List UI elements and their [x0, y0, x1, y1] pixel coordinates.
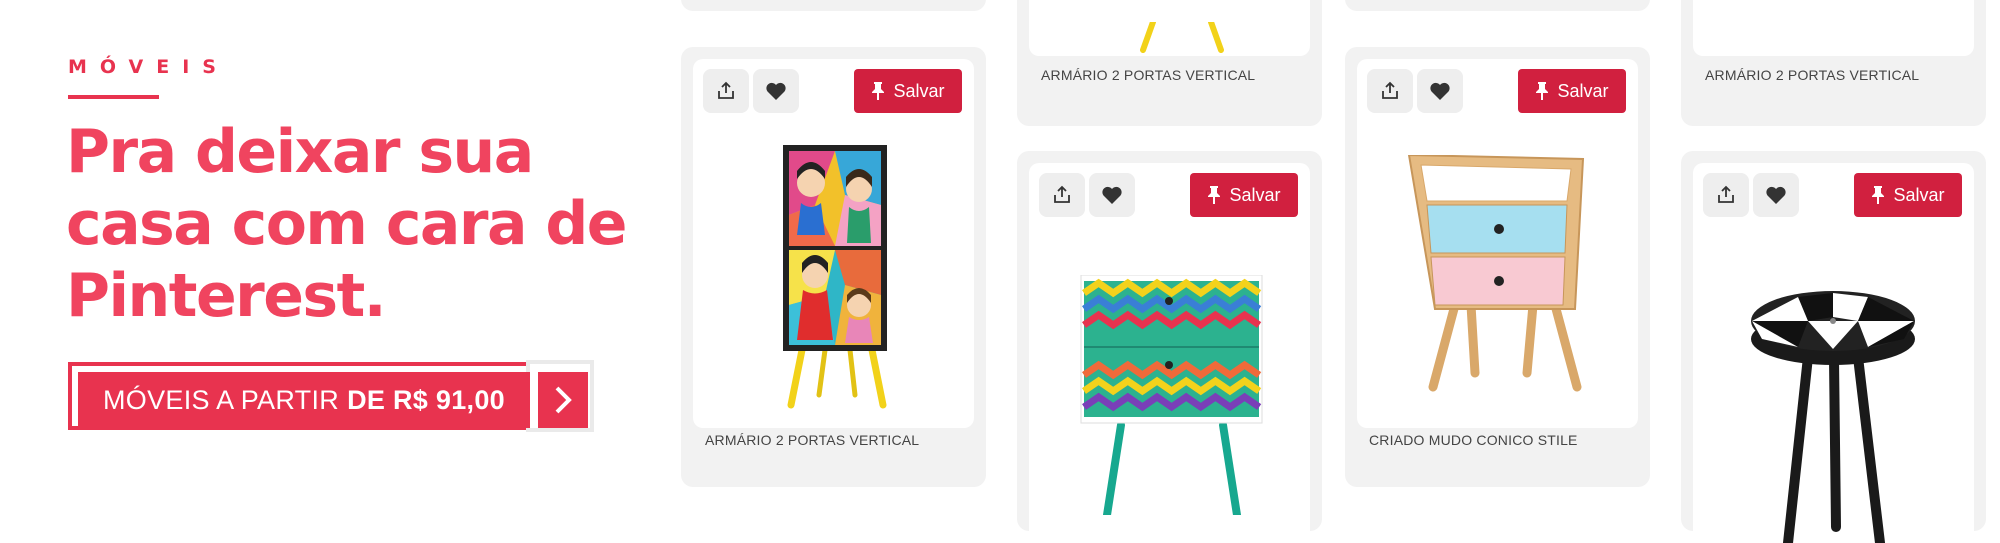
product-image-frame[interactable]: Salvar — [693, 59, 974, 428]
product-image-frame[interactable]: Salvar — [1029, 163, 1310, 543]
save-label: Salvar — [1229, 184, 1281, 205]
product-card[interactable]: Salvar ARMÁRIO 2 PORTAS VERTICAL — [681, 47, 986, 487]
cta-price: DE R$ 91,00 — [347, 384, 505, 415]
pin-icon — [1872, 186, 1885, 204]
share-icon[interactable] — [703, 69, 749, 113]
share-icon[interactable] — [1703, 173, 1749, 217]
heart-icon[interactable] — [1753, 173, 1799, 217]
heart-icon[interactable] — [1089, 173, 1135, 217]
product-card-partial[interactable] — [1345, 0, 1650, 11]
product-image — [783, 145, 887, 409]
category-eyebrow: MÓVEIS — [68, 56, 229, 78]
save-label: Salvar — [893, 80, 945, 101]
share-icon[interactable] — [1039, 173, 1085, 217]
chevron-right-icon[interactable] — [538, 372, 588, 428]
save-button[interactable]: Salvar — [1518, 69, 1626, 113]
save-label: Salvar — [1893, 184, 1945, 205]
product-card[interactable]: ARMÁRIO 2 PORTAS VERTICAL — [1681, 0, 1986, 126]
save-label: Salvar — [1557, 80, 1609, 101]
promo-headline: Pra deixar sua casa com cara de Pinteres… — [66, 117, 628, 331]
product-image-frame[interactable]: Salvar — [1693, 163, 1974, 543]
product-title[interactable]: ARMÁRIO 2 PORTAS VERTICAL — [1041, 67, 1255, 83]
pin-icon — [872, 82, 885, 100]
heart-icon[interactable] — [1417, 69, 1463, 113]
save-button[interactable]: Salvar — [1854, 173, 1962, 217]
product-card[interactable]: Salvar — [1681, 151, 1986, 543]
product-image — [1140, 22, 1224, 53]
product-title[interactable]: ARMÁRIO 2 PORTAS VERTICAL — [705, 432, 919, 448]
cta-prefix: MÓVEIS A PARTIR — [103, 384, 340, 415]
product-card-partial[interactable] — [681, 0, 986, 11]
heart-icon[interactable] — [753, 69, 799, 113]
product-title[interactable]: CRIADO MUDO CONICO STILE — [1369, 432, 1578, 448]
share-icon[interactable] — [1367, 69, 1413, 113]
save-button[interactable]: Salvar — [1190, 173, 1298, 217]
product-card[interactable]: Salvar CRIADO MUDO CONICO STILE — [1345, 47, 1650, 487]
product-card[interactable]: Salvar — [1017, 151, 1322, 543]
product-image-frame[interactable] — [1693, 0, 1974, 56]
product-image — [1751, 291, 1915, 543]
product-title[interactable]: ARMÁRIO 2 PORTAS VERTICAL — [1705, 67, 1919, 83]
pin-icon — [1208, 186, 1221, 204]
product-image-frame[interactable] — [1029, 0, 1310, 56]
shop-cta-button[interactable]: MÓVEIS A PARTIR DE R$ 91,00 — [68, 360, 594, 438]
product-image — [1407, 155, 1585, 392]
product-card[interactable]: ARMÁRIO 2 PORTAS VERTICAL — [1017, 0, 1322, 126]
product-image-frame[interactable]: Salvar — [1357, 59, 1638, 428]
product-image — [1080, 275, 1263, 515]
cta-label[interactable]: MÓVEIS A PARTIR DE R$ 91,00 — [78, 372, 530, 428]
save-button[interactable]: Salvar — [854, 69, 962, 113]
pin-icon — [1536, 82, 1549, 100]
eyebrow-underline — [68, 95, 159, 99]
